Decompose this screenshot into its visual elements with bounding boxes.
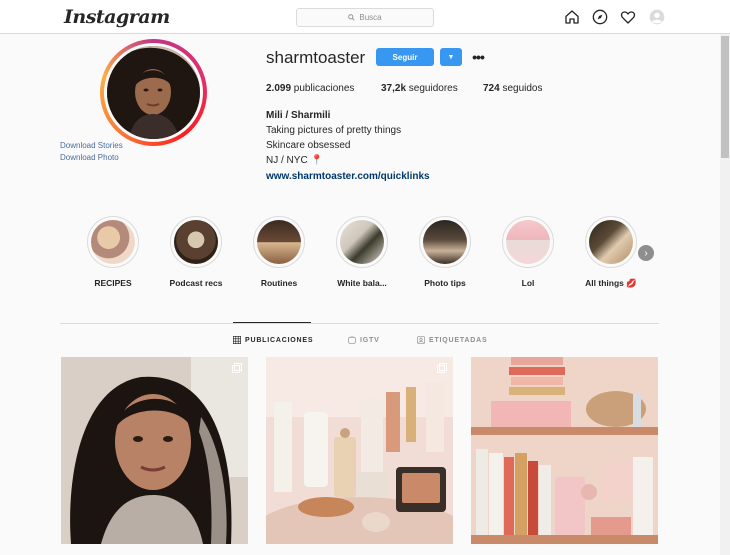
story-highlight[interactable] [252,216,306,268]
profile-picture-story-ring[interactable] [100,39,207,146]
story-highlight[interactable] [584,216,638,268]
profile-username: sharmtoaster [266,48,366,67]
search-icon [348,14,355,21]
post-thumbnail[interactable] [61,357,248,544]
tagged-icon [417,336,425,344]
story-highlight[interactable] [86,216,140,268]
story-highlight[interactable] [501,216,555,268]
bio-line: Taking pictures of pretty things [266,125,402,136]
highlight-label: All things 💋 [585,278,637,288]
download-photo-link[interactable]: Download Photo [60,153,119,162]
instagram-logo[interactable]: Instagram [64,6,170,28]
highlight-cover [340,220,384,264]
explore-compass-icon[interactable] [592,9,608,25]
caret-down-icon: ▼ [447,53,455,61]
more-options-icon[interactable]: ••• [468,48,488,66]
bio-line: Skincare obsessed [266,140,351,151]
highlight-cover [423,220,467,264]
scrollbar-thumb[interactable] [721,36,729,158]
post-thumbnail[interactable] [266,357,453,544]
bio-website-link[interactable]: www.sharmtoaster.com/quicklinks [266,171,430,182]
highlight-label: RECIPES [94,278,132,288]
highlight-cover [257,220,301,264]
highlight-label: Photo tips [424,278,466,288]
top-navigation-bar: Instagram Busca [0,0,730,34]
story-highlight[interactable] [169,216,223,268]
igtv-icon [348,336,356,344]
carousel-icon [232,363,242,373]
profile-full-name: Mili / Sharmili [266,110,331,121]
search-input[interactable]: Busca [296,8,434,27]
following-count[interactable]: 724 seguidos [483,83,543,94]
followers-count[interactable]: 37,2k seguidores [381,83,458,94]
home-icon[interactable] [564,9,580,25]
highlight-cover [589,220,633,264]
highlight-cover [506,220,550,264]
highlight-label: Podcast recs [169,278,223,288]
grid-icon [233,336,241,344]
profile-picture[interactable] [104,43,203,142]
story-highlight[interactable] [335,216,389,268]
tabs-divider [60,323,659,324]
tab-tagged[interactable]: ETIQUETADAS [417,336,487,344]
highlight-cover [91,220,135,264]
tab-posts[interactable]: PUBLICACIONES [233,336,313,344]
posts-count: 2.099 publicaciones [266,83,355,94]
profile-avatar-icon[interactable] [649,9,665,25]
highlight-label: White bala... [337,278,387,288]
tab-igtv[interactable]: IGTV [348,336,380,344]
highlight-label: Lol [521,278,535,288]
active-tab-indicator [233,322,311,323]
follow-button[interactable]: Seguir [376,48,434,66]
carousel-icon [437,363,447,373]
highlights-next-arrow-icon[interactable]: › [638,245,654,261]
story-highlight[interactable] [418,216,472,268]
heart-activity-icon[interactable] [620,9,636,25]
suggested-dropdown-button[interactable]: ▼ [440,48,462,66]
post-thumbnail[interactable] [471,357,658,544]
highlight-label: Routines [260,278,298,288]
highlight-cover [174,220,218,264]
bio-line: NJ / NYC 📍 [266,155,323,166]
search-placeholder: Busca [359,13,382,22]
download-stories-link[interactable]: Download Stories [60,141,123,150]
